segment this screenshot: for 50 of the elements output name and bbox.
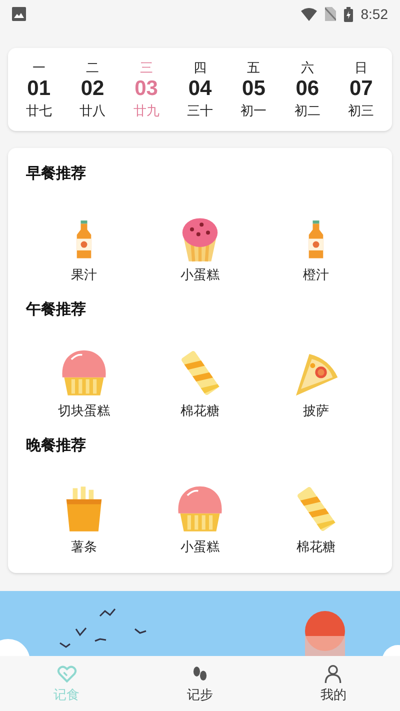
lunar-date: 初一 — [240, 102, 267, 119]
lunar-date: 廿八 — [80, 102, 106, 119]
food-item[interactable]: 小蛋糕 — [142, 192, 258, 299]
battery-icon — [344, 6, 353, 22]
food-item[interactable]: 小蛋糕 — [142, 464, 258, 571]
lunar-date: 初三 — [348, 102, 374, 119]
status-time: 8:52 — [360, 4, 388, 24]
date-number[interactable]: 05 — [242, 76, 266, 102]
food-name: 橙汁 — [303, 267, 329, 283]
lunar-date: 廿七 — [26, 102, 52, 119]
section-title: 晚餐推荐 — [26, 436, 87, 456]
nav-tab[interactable]: 我的 — [266, 664, 400, 702]
food-name: 切块蛋糕 — [58, 403, 110, 419]
food-item[interactable]: 果汁 — [26, 192, 142, 299]
no-sim-icon — [324, 7, 336, 21]
date-number[interactable]: 06 — [296, 76, 320, 102]
weekday-label: 二 — [86, 60, 100, 76]
image-icon — [12, 7, 26, 21]
weekday-label: 三 — [140, 60, 153, 76]
wifi-icon — [300, 8, 317, 20]
date-number[interactable]: 02 — [80, 76, 104, 102]
section-title: 午餐推荐 — [26, 300, 87, 320]
food-name: 棉花糖 — [180, 403, 220, 419]
weekday-label: 日 — [354, 60, 368, 76]
section-title: 早餐推荐 — [26, 164, 87, 184]
food-name: 薯条 — [71, 539, 97, 555]
heart-icon — [56, 664, 77, 682]
weekday-label: 五 — [247, 60, 260, 76]
food-item[interactable]: 棉花糖 — [258, 464, 374, 571]
food-name: 小蛋糕 — [180, 267, 220, 283]
weekday-label: 四 — [193, 60, 206, 76]
date-number[interactable]: 01 — [27, 76, 51, 102]
nav-tab[interactable]: 记步 — [133, 664, 267, 702]
date-number[interactable]: 04 — [188, 76, 212, 102]
weekday-label: 六 — [300, 60, 314, 76]
food-item[interactable]: 棉花糖 — [142, 328, 258, 435]
lunar-date: 三十 — [186, 102, 213, 119]
date-number[interactable]: 07 — [349, 76, 373, 102]
food-name: 果汁 — [71, 267, 97, 283]
person-icon — [323, 664, 344, 682]
weekday-label: 一 — [32, 60, 46, 76]
food-name: 小蛋糕 — [180, 539, 220, 555]
food-name: 棉花糖 — [296, 539, 336, 555]
food-item[interactable]: 披萨 — [258, 328, 374, 435]
food-item[interactable]: 橙汁 — [258, 192, 374, 299]
lunar-date: 廿九 — [133, 102, 160, 119]
lunar-date: 初二 — [294, 102, 320, 119]
food-item[interactable]: 薯条 — [26, 464, 142, 571]
food-item[interactable]: 切块蛋糕 — [26, 328, 142, 435]
food-name: 披萨 — [303, 403, 329, 419]
